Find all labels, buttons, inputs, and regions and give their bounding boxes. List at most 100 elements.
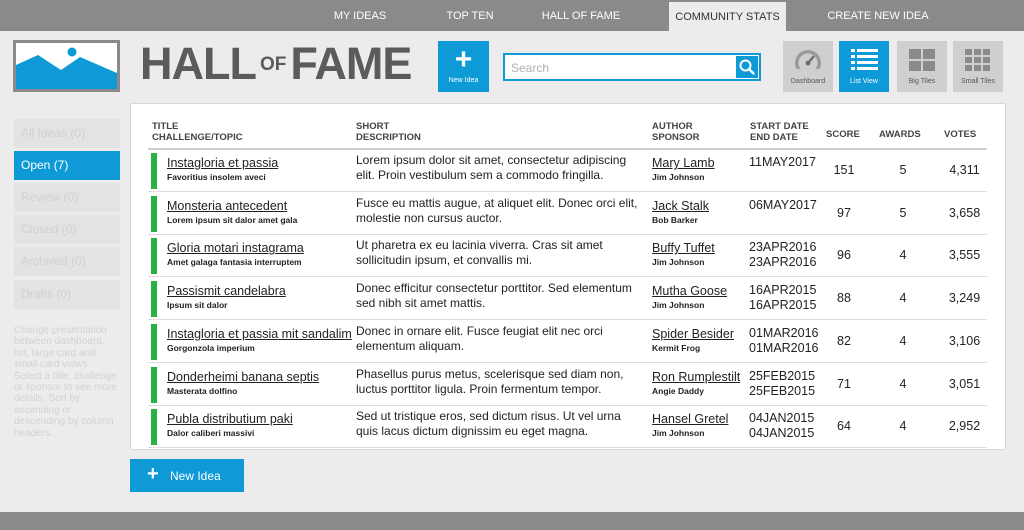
author-link[interactable]: Ron Rumplestilt — [652, 370, 740, 384]
sponsor-name: Bob Barker — [652, 214, 698, 225]
search-input[interactable] — [511, 59, 731, 76]
search-icon — [739, 59, 755, 75]
table-row[interactable]: Monsteria antecedent Lorem ipsum sit dalo… — [148, 193, 987, 235]
header-author[interactable]: AUTHOR SPONSOR — [652, 121, 700, 143]
header-title[interactable]: TITLE CHALLENGE/TOPIC — [152, 121, 243, 143]
sponsor-name: Angie Daddy — [652, 385, 704, 396]
header-author-line2: SPONSOR — [652, 132, 700, 143]
status-indicator — [151, 323, 157, 360]
table-row[interactable]: Gloria motari instagrama Amet galaga fant… — [148, 235, 987, 278]
header-score[interactable]: SCORE — [826, 129, 860, 140]
end-date: 01MAR2016 — [749, 340, 819, 355]
image-placeholder-icon — [16, 43, 117, 89]
big-tiles-view-button[interactable]: Big Tiles — [897, 41, 947, 92]
sidebar-item-drafts[interactable]: Drafts (0) — [14, 280, 120, 309]
votes-value: 4,311 — [949, 163, 980, 177]
idea-title-link[interactable]: Gloria motari instagrama — [167, 241, 304, 255]
author-link[interactable]: Buffy Tuffet — [652, 241, 715, 255]
search-box — [503, 53, 761, 81]
footer-bar — [0, 512, 1024, 530]
table-row[interactable]: Instagloria et passia Favoritius insolem … — [148, 150, 987, 192]
title-fame: FAME — [290, 38, 412, 89]
short-description: Fusce eu mattis augue, at aliquet elit. … — [356, 195, 638, 225]
idea-title-link[interactable]: Publa distributium paki — [167, 412, 293, 426]
table-row[interactable]: Donderheimi banana septis Masterata dolfi… — [148, 364, 987, 406]
header-description-line2: DESCRIPTION — [356, 132, 421, 143]
author-link[interactable]: Mutha Goose — [652, 284, 727, 298]
votes-value: 3,249 — [948, 291, 981, 306]
idea-title-link[interactable]: Donderheimi banana septis — [167, 370, 319, 384]
start-date: 01MAR2016 — [749, 325, 819, 340]
header-dates-line1: START DATE — [750, 121, 809, 132]
status-indicator — [151, 153, 157, 189]
title-of: OF — [259, 54, 287, 75]
title-hall: HALL — [140, 38, 257, 89]
big-tiles-icon — [909, 49, 935, 71]
sidebar-item-closed[interactable]: Closed (0) — [14, 215, 120, 244]
small-tiles-view-button[interactable]: Small Tiles — [953, 41, 1003, 92]
challenge-topic: Favoritius insolem aveci — [167, 172, 266, 182]
author-link[interactable]: Hansel Gretel — [652, 412, 728, 426]
awards-value: 5 — [899, 205, 907, 220]
start-date: 04JAN2015 — [749, 411, 815, 426]
idea-title-link[interactable]: Passismit candelabra — [167, 284, 286, 298]
new-idea-button[interactable]: + New Idea — [438, 41, 489, 92]
header-title-line1: TITLE — [152, 121, 179, 132]
short-description: Sed ut tristique eros, sed dictum risus.… — [356, 409, 621, 439]
awards-value: 4 — [899, 419, 907, 434]
sponsor-name: Jim Johnson — [652, 257, 705, 268]
awards-value: 4 — [899, 291, 907, 306]
table-row[interactable]: Passismit candelabra Ipsum sit dalor Donec… — [148, 278, 987, 321]
sidebar-help-text: Change presentation between dashboard, l… — [14, 325, 117, 439]
sidebar-item-review[interactable]: Review (0) — [14, 183, 120, 212]
tab-hall-of-fame[interactable]: HALL OF FAME — [530, 0, 632, 31]
awards-value: 4 — [899, 376, 907, 391]
dashboard-view-button[interactable]: Dashboard — [783, 41, 833, 92]
tab-community-stats[interactable]: COMMUNITY STATS — [669, 2, 786, 31]
tab-top-ten[interactable]: TOP TEN — [432, 0, 508, 31]
plus-icon: + — [147, 463, 159, 485]
header-description[interactable]: SHORT DESCRIPTION — [356, 121, 421, 143]
author-link[interactable]: Jack Stalk — [652, 199, 709, 213]
sidebar-item-archived[interactable]: Archived (0) — [14, 247, 120, 276]
sidebar-item-open[interactable]: Open (7) — [14, 151, 120, 180]
challenge-topic: Masterata dolfino — [167, 385, 238, 396]
ideas-table-panel: TITLE CHALLENGE/TOPIC SHORT DESCRIPTION … — [130, 103, 1006, 450]
idea-title-link[interactable]: Instagloria et passia — [167, 156, 278, 170]
page-title: HALL OFFAME — [140, 38, 412, 98]
idea-title-link[interactable]: Instagloria et passia mit sandalim — [167, 327, 352, 341]
challenge-topic: Amet galaga fantasia interruptem — [167, 257, 302, 268]
top-nav: MY IDEAS TOP TEN HALL OF FAME COMMUNITY … — [0, 0, 1024, 31]
header-title-line2: CHALLENGE/TOPIC — [152, 132, 243, 143]
tab-my-ideas[interactable]: MY IDEAS — [319, 0, 401, 31]
table-row[interactable]: Publa distributium paki Dalor caliberi ma… — [148, 406, 987, 449]
sponsor-name: Jim Johnson — [652, 428, 705, 439]
score-value: 71 — [837, 376, 851, 391]
plus-icon: + — [454, 43, 473, 76]
awards-value: 4 — [899, 248, 907, 263]
header-awards[interactable]: AWARDS — [879, 129, 921, 140]
start-date: 25FEB2015 — [749, 368, 816, 383]
sidebar-item-all-ideas[interactable]: All Ideas (0) — [14, 119, 120, 148]
list-view-button[interactable]: List View — [839, 41, 889, 92]
idea-title-link[interactable]: Monsteria antecedent — [167, 199, 287, 213]
challenge-topic: Lorem ipsum sit dalor amet gala — [167, 214, 298, 225]
start-date: 23APR2016 — [749, 240, 817, 255]
header-dates[interactable]: START DATE END DATE — [750, 121, 809, 143]
table-row[interactable]: Instagloria et passia mit sandalim Gorgon… — [148, 321, 987, 363]
sponsor-name: Jim Johnson — [652, 172, 705, 182]
author-link[interactable]: Spider Besider — [652, 327, 734, 341]
new-idea-bottom-button[interactable]: + New Idea — [130, 459, 244, 492]
search-button[interactable] — [736, 56, 758, 78]
challenge-topic: Ipsum sit dalor — [167, 300, 228, 311]
list-view-label: List View — [850, 78, 878, 85]
header-votes[interactable]: VOTES — [944, 129, 976, 140]
start-date: 06MAY2017 — [749, 197, 817, 212]
tab-create-new-idea[interactable]: CREATE NEW IDEA — [818, 0, 938, 31]
challenge-topic: Gorgonzola imperium — [167, 342, 255, 353]
score-value: 151 — [833, 163, 855, 177]
end-date: 23APR2016 — [749, 255, 817, 270]
big-tiles-view-label: Big Tiles — [908, 78, 936, 85]
author-link[interactable]: Mary Lamb — [652, 156, 715, 170]
short-description: Donec efficitur consectetur porttitor. S… — [356, 281, 632, 311]
